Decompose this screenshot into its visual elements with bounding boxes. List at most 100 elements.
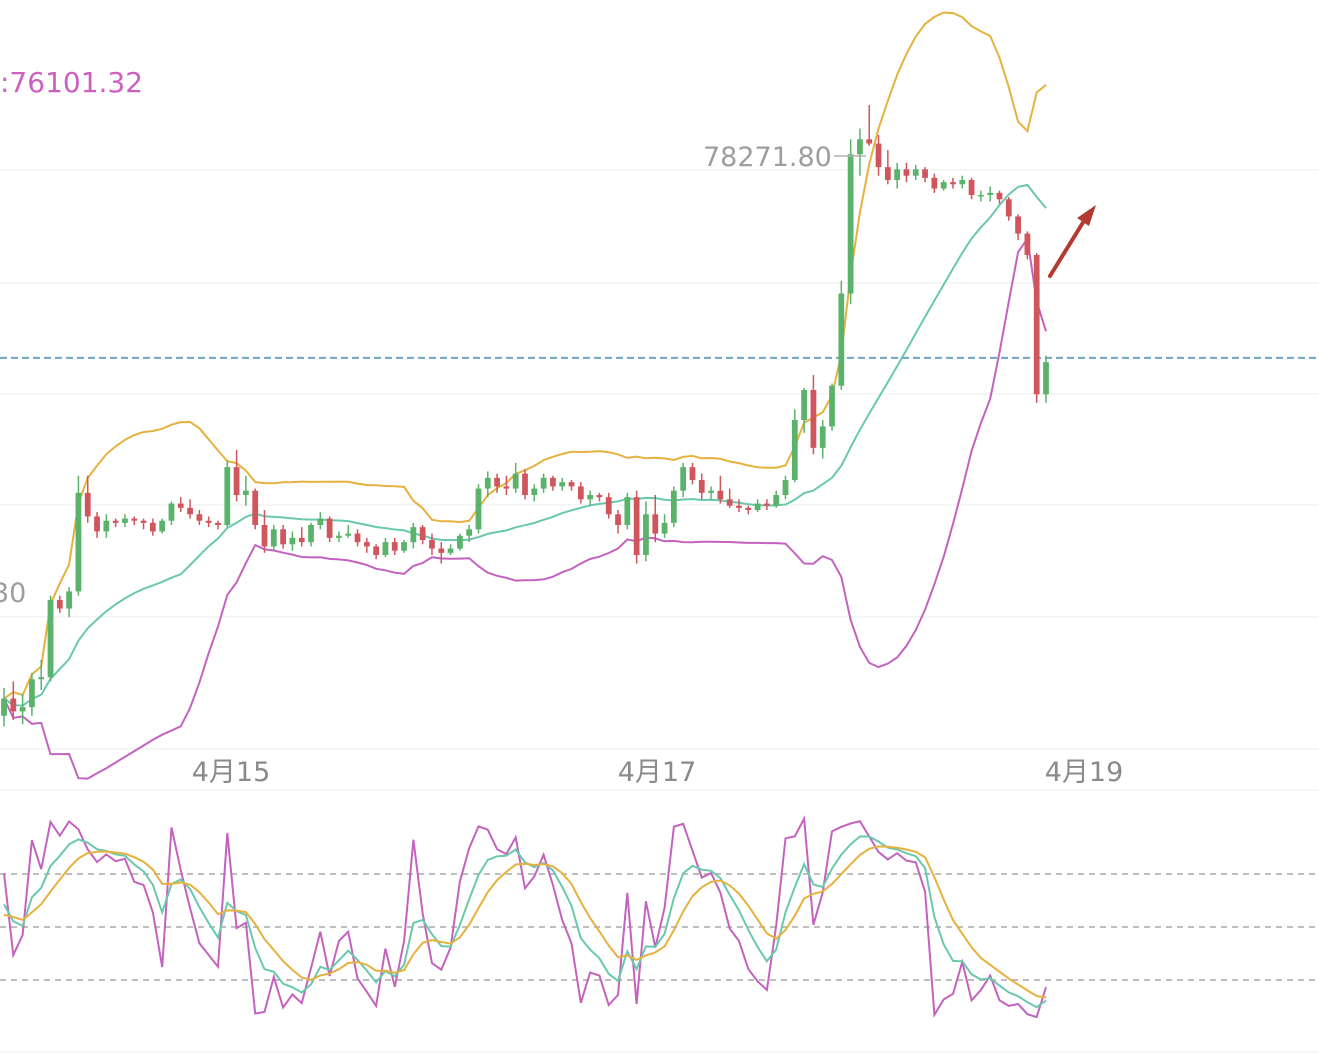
candle-down <box>261 525 268 547</box>
candle-up <box>270 529 277 547</box>
candle-down <box>652 514 659 534</box>
high-price-label: 78271.80 <box>703 142 832 173</box>
boll-mid-line <box>3 183 1047 707</box>
candle-up <box>847 154 854 294</box>
candle-up <box>773 495 780 506</box>
candle-up <box>401 542 407 551</box>
candle-up <box>122 518 128 523</box>
candle-up <box>484 477 491 489</box>
candle-down <box>726 499 733 506</box>
chart-svg: :76101.32 78271.80 30 4月15 4月17 4月19 <box>0 11 1319 1053</box>
candle-down <box>903 169 910 176</box>
candle-up <box>829 385 835 427</box>
trend-up-arrow <box>1048 205 1096 278</box>
candle-up <box>1043 362 1049 395</box>
candle-down <box>298 537 305 543</box>
candle-up <box>643 514 649 555</box>
candle-up <box>159 520 166 532</box>
candle-up <box>754 503 761 510</box>
candle-down <box>429 540 435 549</box>
x-tick-label: 4月17 <box>618 757 697 788</box>
candle-down <box>698 480 705 493</box>
candle-down <box>494 477 500 487</box>
candle-down <box>522 473 528 495</box>
candle-down <box>140 520 147 523</box>
candle-up <box>475 488 482 530</box>
candle-down <box>605 497 612 515</box>
kdj-d-line <box>3 835 1047 1009</box>
candle-down <box>187 507 193 515</box>
candle-up <box>66 591 73 609</box>
candle-down <box>94 516 100 532</box>
candle-up <box>540 477 547 489</box>
candle-down <box>996 192 1003 200</box>
candle-down <box>764 503 770 506</box>
candlestick-chart: :76101.32 78271.80 30 4月15 4月17 4月19 <box>0 0 1319 1055</box>
candle-up <box>661 522 668 534</box>
candle-up <box>224 467 231 525</box>
candle-down <box>577 486 584 500</box>
candle-down <box>968 180 975 195</box>
candle-up <box>317 518 324 525</box>
candle-up <box>791 420 798 480</box>
candle-up <box>708 490 714 493</box>
grid-lines <box>0 169 1319 1053</box>
kdj-j-line <box>3 845 1047 999</box>
candle-up <box>987 192 994 195</box>
candle-up <box>382 542 389 555</box>
candle-up <box>680 467 687 491</box>
candle-down <box>233 467 240 495</box>
candle-down <box>689 467 696 480</box>
candle-down <box>10 698 17 712</box>
candle-up <box>624 497 631 525</box>
candle-up <box>38 677 45 680</box>
candle-up <box>456 535 463 549</box>
candle-up <box>103 520 110 532</box>
candle-down <box>950 182 956 185</box>
candle-down <box>373 546 380 555</box>
candle-up <box>670 490 677 523</box>
kdj-indicator <box>3 815 1047 1019</box>
candle-up <box>857 139 863 155</box>
candle-down <box>1015 216 1021 234</box>
candle-down <box>717 490 724 500</box>
candle-up <box>29 679 35 708</box>
candle-up <box>959 180 966 185</box>
candle-down <box>866 139 873 144</box>
candle-down <box>149 522 156 532</box>
candle-up <box>559 482 566 487</box>
candle-up <box>587 495 594 500</box>
candle-down <box>615 514 621 525</box>
candle-down <box>736 505 742 508</box>
candles <box>1 105 1049 727</box>
candle-up <box>838 293 845 386</box>
candle-up <box>289 537 296 545</box>
candle-down <box>875 143 882 168</box>
candle-up <box>801 390 807 420</box>
boll-upper-line <box>3 11 1047 700</box>
candle-down <box>326 518 333 538</box>
candle-down <box>931 177 938 189</box>
candle-up <box>243 490 249 495</box>
candle-down <box>1024 233 1031 255</box>
candle-down <box>280 529 286 545</box>
candle-down <box>205 520 212 523</box>
candle-down <box>363 542 370 547</box>
candle-up <box>912 169 919 176</box>
candle-down <box>550 477 556 487</box>
candle-down <box>568 482 575 487</box>
candle-down <box>56 600 63 609</box>
candle-up <box>466 529 473 536</box>
x-tick-label: 4月19 <box>1045 757 1124 788</box>
candle-down <box>131 518 138 521</box>
candle-up <box>19 707 26 712</box>
candle-up <box>410 527 417 543</box>
x-tick-label: 4月15 <box>192 757 271 788</box>
candle-up <box>894 169 901 180</box>
candle-down <box>1005 199 1012 217</box>
candle-down <box>1033 255 1040 395</box>
candle-down <box>354 533 361 543</box>
candle-down <box>84 492 91 517</box>
boll-lower-line <box>3 236 1047 780</box>
candle-down <box>503 486 510 489</box>
